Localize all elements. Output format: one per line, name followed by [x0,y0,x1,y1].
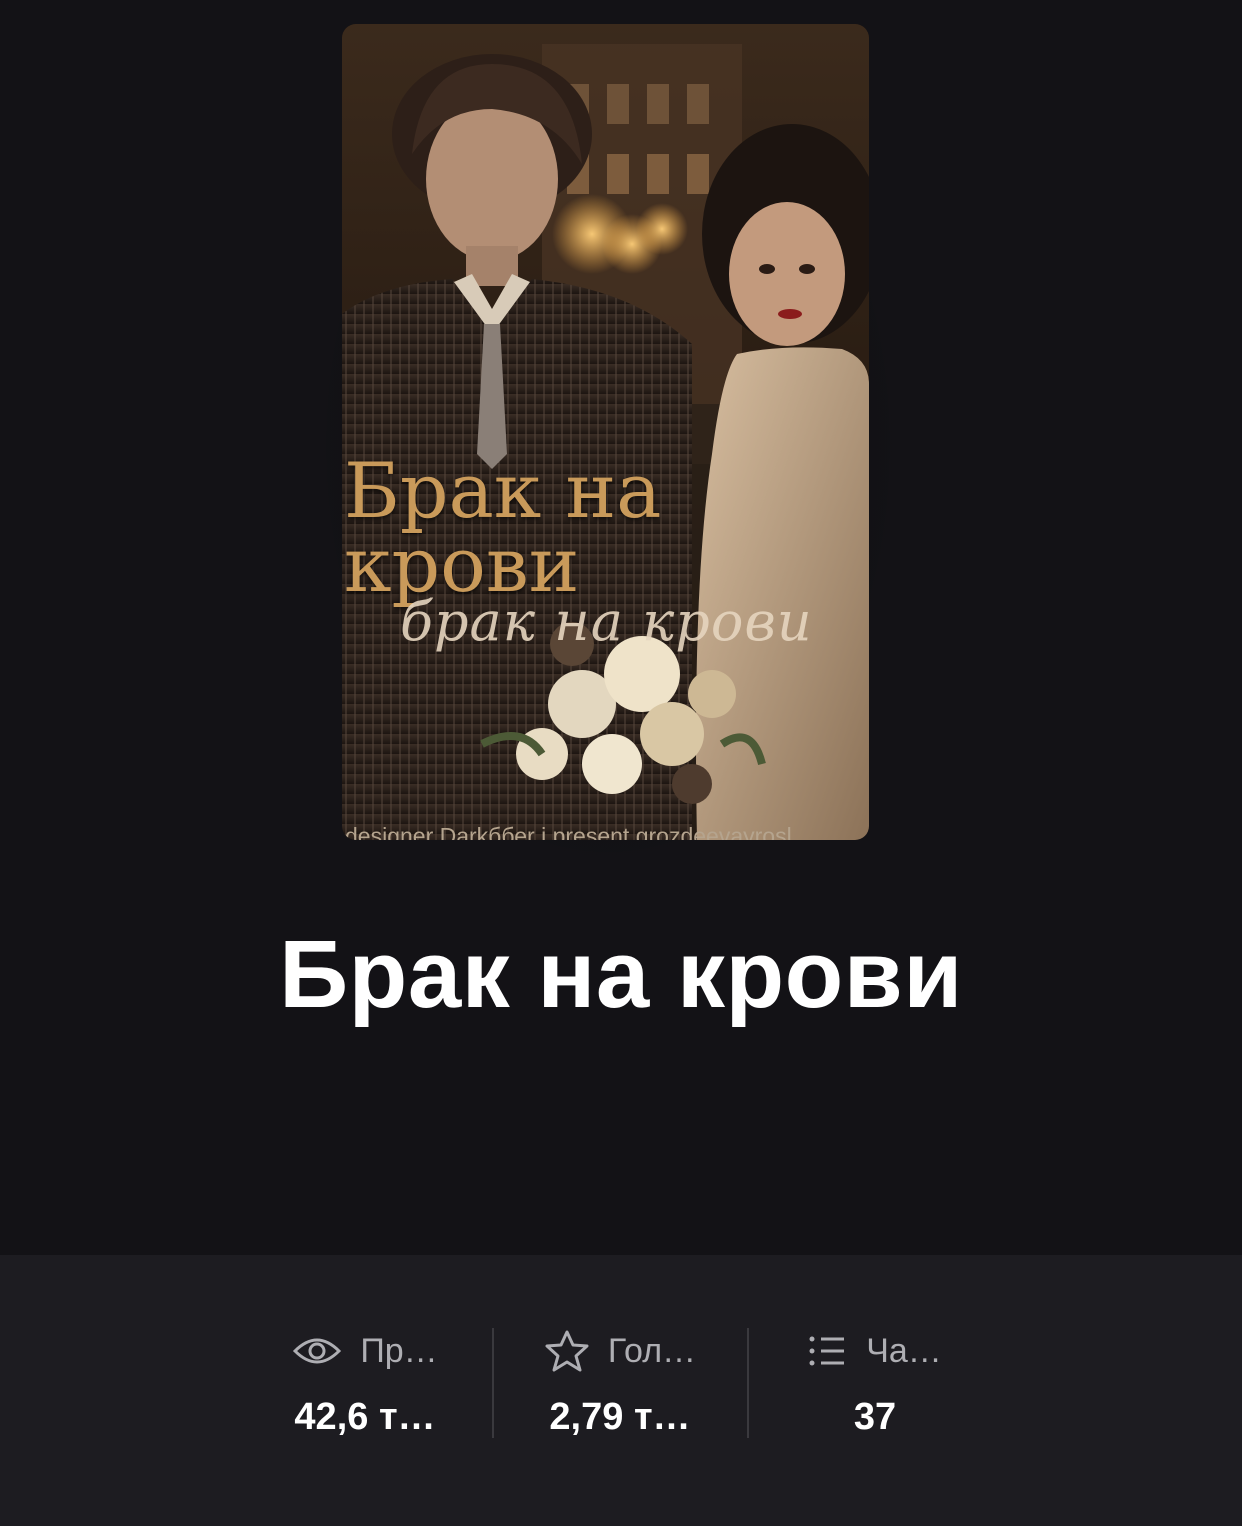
stat-chapters-header: Ча… [755,1328,995,1374]
eye-icon [292,1331,342,1371]
cover-script-text: брак на крови [400,590,813,653]
stat-chapters-value: 37 [853,1396,897,1438]
book-detail-screen: Брак на крови брак на крови designer Dar… [0,0,1242,1526]
stat-votes-header: Гол… [500,1328,740,1374]
stats-divider [492,1328,494,1438]
cover-title-text: Брак на крови [344,446,662,609]
stat-views-header: Пр… [245,1328,485,1374]
stat-votes-value: 2,79 т… [549,1396,691,1438]
book-cover[interactable]: Брак на крови брак на крови designer Dar… [342,24,869,840]
star-icon [544,1329,590,1373]
stat-chapters[interactable]: Ча… 37 [755,1328,995,1440]
stat-views-label: Пр… [360,1331,438,1370]
stats-divider [747,1328,749,1438]
cover-credit-text: designer Darkббеr i present grozdeevayro… [345,823,792,840]
book-title: Брак на крови [279,921,963,1028]
stat-views-value: 42,6 т… [294,1396,436,1438]
list-icon [808,1333,848,1369]
stat-votes[interactable]: Гол… 2,79 т… [500,1328,740,1440]
cover-artwork [342,24,869,840]
hero-section: Брак на крови брак на крови designer Dar… [0,0,1242,1255]
stat-votes-label: Гол… [607,1331,697,1370]
stat-chapters-label: Ча… [866,1331,942,1370]
stat-views[interactable]: Пр… 42,6 т… [245,1328,485,1440]
